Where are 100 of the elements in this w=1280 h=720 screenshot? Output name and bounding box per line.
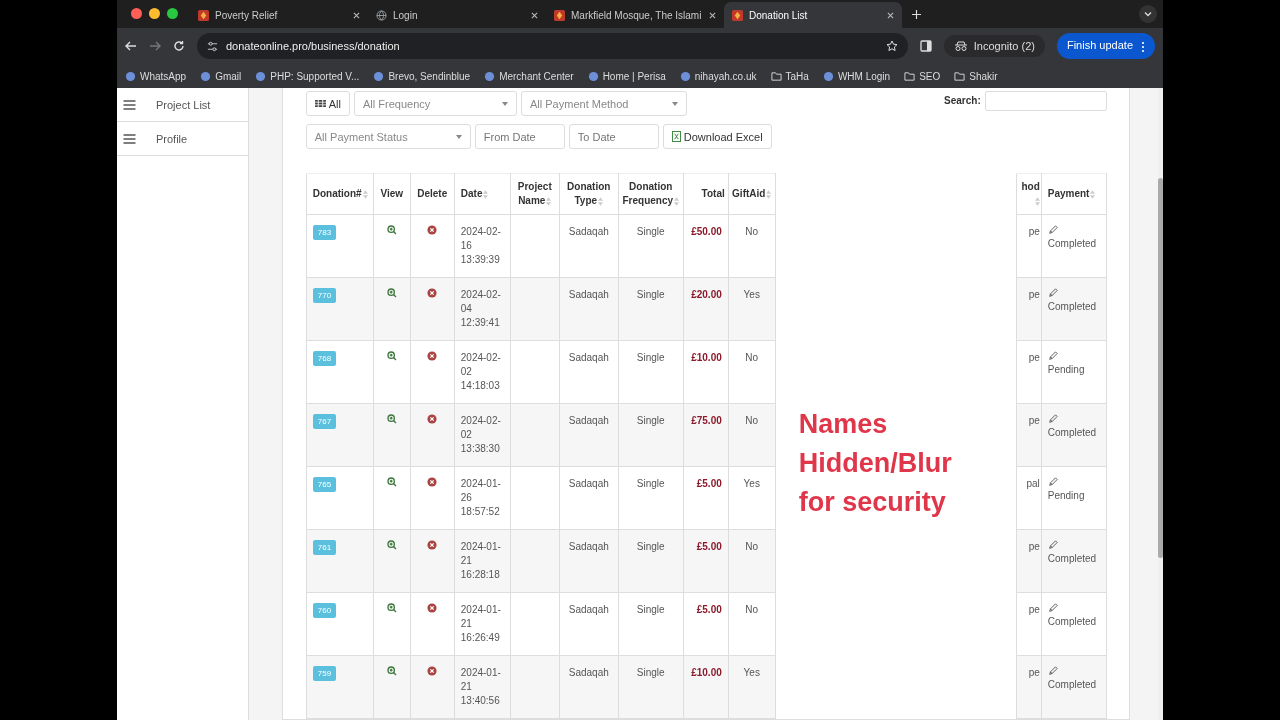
column-header[interactable]: Delete bbox=[410, 173, 455, 215]
delete-icon[interactable] bbox=[427, 351, 438, 361]
total-amount: £75.00 bbox=[691, 415, 722, 426]
close-tab-icon[interactable] bbox=[353, 11, 360, 19]
table-cell: pe bbox=[1028, 352, 1040, 363]
column-header[interactable]: Total bbox=[683, 173, 729, 215]
date-cell-text: 2024-01-21 16:28:18 bbox=[460, 540, 502, 582]
close-tab-icon[interactable] bbox=[887, 11, 894, 19]
table-cell: pe bbox=[1028, 289, 1040, 300]
download-excel-button[interactable]: Download Excel bbox=[662, 124, 772, 149]
close-tab-icon[interactable] bbox=[709, 11, 716, 19]
bookmark[interactable]: Home | Perisa bbox=[587, 70, 666, 82]
folder-icon bbox=[904, 70, 916, 82]
column-header[interactable]: Project Name bbox=[510, 173, 560, 215]
column-header[interactable]: View bbox=[373, 173, 411, 215]
bookmark[interactable]: Merchant Center bbox=[484, 70, 574, 82]
zoom-dot[interactable] bbox=[167, 8, 178, 19]
zoom-in-icon[interactable] bbox=[386, 477, 397, 487]
zoom-in-icon[interactable] bbox=[386, 225, 397, 235]
zoom-in-icon[interactable] bbox=[386, 351, 397, 361]
pencil-icon[interactable] bbox=[1047, 666, 1058, 676]
close-tab-icon[interactable] bbox=[531, 11, 538, 19]
frequency-select[interactable]: All Frequency bbox=[354, 91, 517, 116]
from-date-field[interactable]: From Date bbox=[474, 124, 565, 149]
total-amount: £5.00 bbox=[696, 541, 722, 552]
total-amount: £10.00 bbox=[691, 667, 722, 678]
pencil-icon[interactable] bbox=[1047, 288, 1058, 298]
site-logo-icon bbox=[732, 9, 743, 21]
zoom-in-icon[interactable] bbox=[386, 540, 397, 550]
menu-icon bbox=[123, 99, 136, 110]
bookmark[interactable]: WhatsApp bbox=[125, 70, 187, 82]
zoom-in-icon[interactable] bbox=[386, 666, 397, 676]
delete-icon[interactable] bbox=[427, 288, 438, 298]
bookmark[interactable]: WHM Login bbox=[822, 70, 891, 82]
zoom-in-icon[interactable] bbox=[386, 288, 397, 298]
sidebar-item[interactable]: Project List bbox=[117, 88, 248, 122]
bookmark-star-icon[interactable] bbox=[885, 40, 898, 52]
browser-tab[interactable]: Donation List bbox=[724, 2, 902, 28]
bookmark[interactable]: Brevo, Sendinblue bbox=[373, 70, 471, 82]
pencil-icon[interactable] bbox=[1047, 477, 1058, 487]
address-bar[interactable]: donateonline.pro/business/donation bbox=[197, 33, 908, 59]
forward-icon[interactable] bbox=[149, 40, 161, 52]
sort-icon bbox=[362, 189, 368, 199]
table-cell: Single bbox=[636, 226, 665, 237]
table-cell: Sadaqah bbox=[568, 604, 609, 615]
search-field[interactable] bbox=[984, 91, 1107, 111]
table-cell: pal bbox=[1026, 478, 1040, 489]
browser-tab[interactable]: Poverty Relief bbox=[190, 2, 368, 28]
payment-status-select[interactable]: All Payment Status bbox=[305, 124, 471, 149]
bookmark[interactable]: SEO bbox=[904, 70, 941, 82]
payment-method-select[interactable]: All Payment Method bbox=[521, 91, 687, 116]
delete-icon[interactable] bbox=[427, 225, 438, 235]
browser-tab[interactable]: Login bbox=[368, 2, 546, 28]
column-header[interactable]: Payment bbox=[1041, 173, 1107, 215]
reload-icon[interactable] bbox=[173, 40, 185, 52]
bookmark[interactable]: TaHa bbox=[770, 70, 809, 82]
column-header[interactable]: hod bbox=[1016, 173, 1042, 215]
sidebar-item[interactable]: Profile bbox=[117, 122, 248, 156]
new-tab-icon[interactable] bbox=[912, 10, 921, 19]
sort-icon bbox=[1034, 196, 1040, 206]
delete-icon[interactable] bbox=[427, 540, 438, 550]
pencil-icon[interactable] bbox=[1047, 540, 1058, 550]
all-button[interactable]: All bbox=[305, 91, 350, 116]
bookmark[interactable]: Gmail bbox=[200, 70, 242, 82]
column-header[interactable]: GiftAid bbox=[728, 173, 776, 215]
bookmark[interactable]: PHP: Supported V... bbox=[255, 70, 360, 82]
column-header[interactable]: Donation Type bbox=[559, 173, 619, 215]
column-header[interactable]: Date bbox=[454, 173, 511, 215]
incognito-button[interactable]: Incognito (2) bbox=[943, 35, 1045, 57]
delete-icon[interactable] bbox=[427, 414, 438, 424]
site-logo-icon bbox=[554, 9, 565, 21]
minimize-dot[interactable] bbox=[149, 8, 160, 19]
delete-icon[interactable] bbox=[427, 477, 438, 487]
close-dot[interactable] bbox=[131, 8, 142, 19]
browser-tab[interactable]: Markfield Mosque, The Islami bbox=[546, 2, 724, 28]
chevron-icon[interactable] bbox=[1139, 5, 1157, 23]
side-panel-icon[interactable] bbox=[919, 40, 932, 52]
table-cell: Yes bbox=[743, 478, 760, 489]
pencil-icon[interactable] bbox=[1047, 414, 1058, 424]
pencil-icon[interactable] bbox=[1047, 351, 1058, 361]
back-icon[interactable] bbox=[125, 40, 137, 52]
delete-icon[interactable] bbox=[427, 603, 438, 613]
scrollbar-thumb[interactable] bbox=[1157, 178, 1163, 558]
zoom-in-icon[interactable] bbox=[386, 603, 397, 613]
table-cell: No bbox=[745, 541, 759, 552]
finish-update-button[interactable]: Finish update bbox=[1056, 33, 1155, 59]
total-amount: £5.00 bbox=[696, 478, 722, 489]
delete-icon[interactable] bbox=[427, 666, 438, 676]
bookmark[interactable]: Shakir bbox=[954, 70, 998, 82]
pencil-icon[interactable] bbox=[1047, 225, 1058, 235]
sort-icon bbox=[483, 189, 489, 199]
column-header[interactable]: Donation Frequency bbox=[618, 173, 684, 215]
sort-icon bbox=[546, 196, 552, 206]
bookmark[interactable]: nihayah.co.uk bbox=[679, 70, 757, 82]
column-header[interactable]: Donation# bbox=[306, 173, 374, 215]
table-cell: Sadaqah bbox=[568, 478, 609, 489]
zoom-in-icon[interactable] bbox=[386, 414, 397, 424]
to-date-field[interactable]: To Date bbox=[568, 124, 659, 149]
pencil-icon[interactable] bbox=[1047, 603, 1058, 613]
total-amount: £5.00 bbox=[696, 604, 722, 615]
